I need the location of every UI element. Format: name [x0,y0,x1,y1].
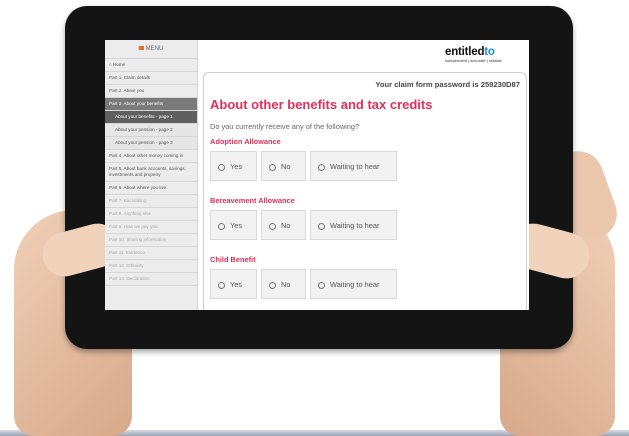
sidebar-menu: MENU ⌂ Home Part 1. Claim details Part 2… [105,40,198,310]
option-label: Waiting to hear [330,162,380,171]
bereavement-no-option[interactable]: No [261,210,306,240]
option-label: Waiting to hear [330,221,380,230]
radio-icon[interactable] [218,163,225,171]
option-label: No [281,221,291,230]
sidebar-item-part-1[interactable]: Part 1. Claim details [105,72,197,85]
sidebar-item-part-3[interactable]: Part 3. About your benefits [105,98,197,111]
sidebar-item-part-4[interactable]: Part 4. About other money coming in [105,150,197,163]
claim-password: Your claim form password is 259230D87 [375,80,520,89]
menu-header[interactable]: MENU [105,40,197,59]
sidebar-subitem-benefits-page-1[interactable]: About your benefits - page 1 [105,111,197,124]
brand-name-part-2: to [484,46,495,58]
question-text: Do you currently receive any of the foll… [210,122,360,131]
sidebar-item-label: Home [113,62,126,67]
adoption-yes-option[interactable]: Yes [210,151,257,181]
option-label: Waiting to hear [330,280,380,289]
child-benefit-no-option[interactable]: No [261,269,306,299]
radio-icon[interactable] [269,222,276,230]
section-title-adoption: Adoption Allowance [210,137,281,146]
radio-icon[interactable] [318,281,325,289]
radio-icon[interactable] [269,163,276,171]
child-benefit-waiting-option[interactable]: Waiting to hear [310,269,397,299]
radio-icon[interactable] [218,222,225,230]
option-label: Yes [230,221,243,230]
radio-icon[interactable] [318,163,325,171]
option-label: No [281,162,291,171]
brand-tagline: independent | accurate | reliable [445,58,502,63]
sidebar-subitem-pension-page-3[interactable]: About your pension - page 3 [105,137,197,150]
option-label: Yes [230,162,243,171]
sidebar-item-part-11[interactable]: Part 11. Evidence [105,247,197,260]
sidebar-item-part-2[interactable]: Part 2. About you [105,85,197,98]
sidebar-item-part-7[interactable]: Part 7. Backdating [105,195,197,208]
bereavement-yes-option[interactable]: Yes [210,210,257,240]
radio-icon[interactable] [318,222,325,230]
page-title: About other benefits and tax credits [210,97,433,112]
sidebar-item-home[interactable]: ⌂ Home [105,59,197,72]
sidebar-item-part-5[interactable]: Part 5. About bank accounts, savings, in… [105,163,197,182]
option-label: No [281,280,291,289]
radio-icon[interactable] [218,281,225,289]
bereavement-waiting-option[interactable]: Waiting to hear [310,210,397,240]
section-title-bereavement: Bereavement Allowance [210,196,295,205]
sidebar-item-part-10[interactable]: Part 10. Sharing information [105,234,197,247]
form-panel: Your claim form password is 259230D87 Ab… [203,72,527,310]
child-benefit-yes-option[interactable]: Yes [210,269,257,299]
sidebar-item-part-9[interactable]: Part 9. How we pay you [105,221,197,234]
brand-logo: entitledto independent | accurate | reli… [445,46,525,66]
sidebar-subitem-pension-page-2[interactable]: About your pension - page 2 [105,124,197,137]
tablet-screen: MENU ⌂ Home Part 1. Claim details Part 2… [105,40,529,310]
adoption-no-option[interactable]: No [261,151,306,181]
section-title-child-benefit: Child Benefit [210,255,256,264]
menu-icon [138,46,144,51]
brand-name-part-1: entitled [445,46,485,58]
menu-label: MENU [145,46,164,52]
radio-icon[interactable] [269,281,276,289]
sidebar-item-part-8[interactable]: Part 8. Anything else [105,208,197,221]
sidebar-item-part-12[interactable]: Part 12. Ethnicity [105,260,197,273]
sidebar-item-part-6[interactable]: Part 6. About where you live [105,182,197,195]
adoption-waiting-option[interactable]: Waiting to hear [310,151,397,181]
option-label: Yes [230,280,243,289]
sidebar-item-part-13[interactable]: Part 13. Declaration [105,273,197,286]
